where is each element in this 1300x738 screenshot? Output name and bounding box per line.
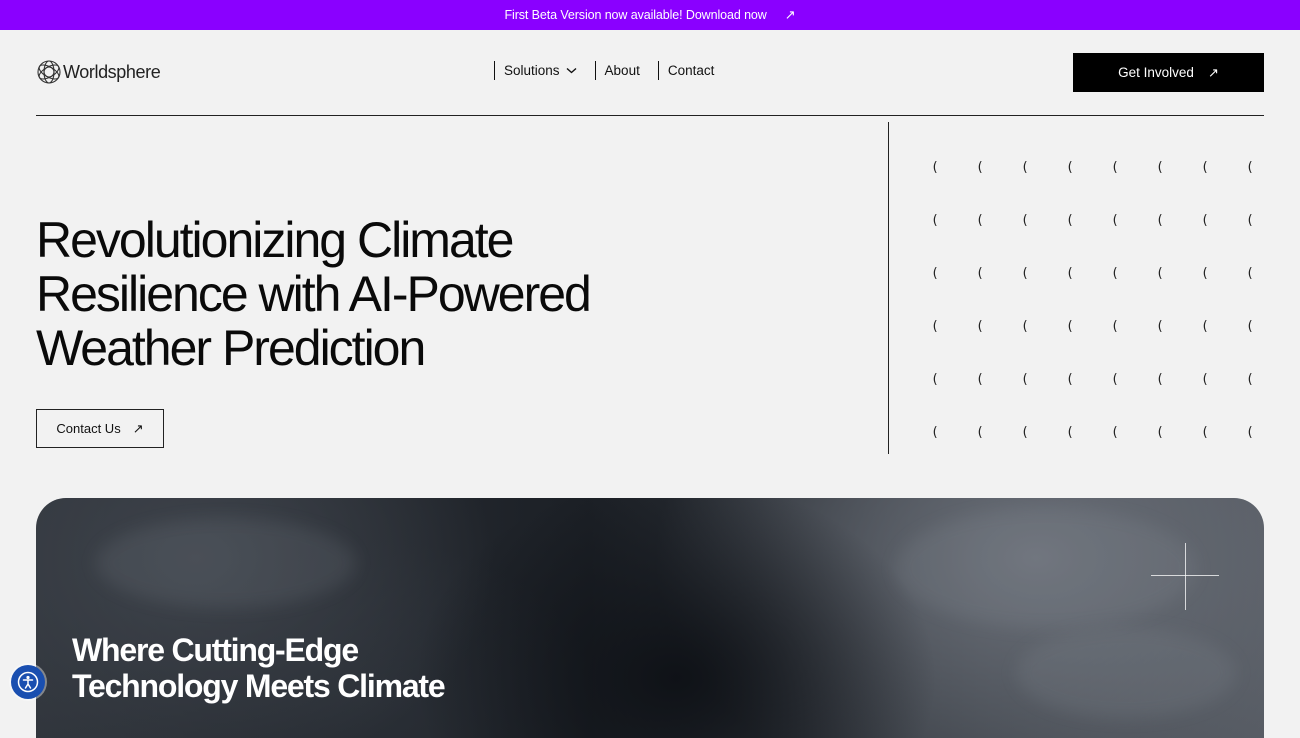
hero-title-line: Resilience with AI-Powered <box>36 266 592 322</box>
pattern-glyph: ( <box>976 213 984 228</box>
pattern-glyph: ( <box>1156 372 1164 387</box>
pattern-glyph: ( <box>1246 160 1254 175</box>
pattern-glyph: ( <box>976 319 984 334</box>
pattern-glyph: ( <box>1156 160 1164 175</box>
pattern-glyph: ( <box>976 425 984 440</box>
contact-us-label: Contact Us <box>56 421 121 436</box>
announcement-bar[interactable]: First Beta Version now available! Downlo… <box>0 0 1300 30</box>
get-involved-button[interactable]: Get Involved ↗ <box>1073 53 1264 92</box>
pattern-glyph: ( <box>1201 213 1209 228</box>
pattern-glyph: ( <box>1246 425 1254 440</box>
nav-label-contact: Contact <box>667 63 715 78</box>
hero-media-panel: Where Cutting-Edge Technology Meets Clim… <box>36 498 1264 738</box>
pattern-glyph: ( <box>1156 319 1164 334</box>
pattern-glyph: ( <box>1201 372 1209 387</box>
cloud-texture <box>96 518 356 608</box>
get-involved-label: Get Involved <box>1118 65 1194 80</box>
decorative-glyph-pattern: ( ( ( ( ( ( ( ( ( ( ( ( ( ( ( ( ( ( ( ( ( ( ( ( ( ( ( ( ( ( ( ( ( ( ( ( ( ( ( (… <box>931 160 1271 450</box>
pattern-glyph: ( <box>976 160 984 175</box>
media-title-line: Where Cutting-Edge <box>72 632 359 668</box>
pattern-glyph: ( <box>931 372 939 387</box>
main-nav: Solutions About Contact <box>494 61 732 80</box>
pattern-glyph: ( <box>1201 160 1209 175</box>
cloud-texture <box>1016 628 1236 718</box>
pattern-glyph: ( <box>1111 266 1119 281</box>
pattern-glyph: ( <box>1156 266 1164 281</box>
pattern-glyph: ( <box>1156 425 1164 440</box>
pattern-glyph: ( <box>1066 160 1074 175</box>
pattern-glyph: ( <box>1201 266 1209 281</box>
header-divider <box>36 115 1264 116</box>
pattern-glyph: ( <box>1066 319 1074 334</box>
accessibility-button[interactable] <box>11 665 45 699</box>
hero-title-line: Weather Prediction <box>36 320 426 376</box>
pattern-glyph: ( <box>1021 266 1029 281</box>
nav-item-contact[interactable]: Contact <box>657 61 715 80</box>
media-title: Where Cutting-Edge Technology Meets Clim… <box>72 632 572 704</box>
pattern-glyph: ( <box>1111 372 1119 387</box>
logo[interactable]: Worldsphere <box>36 59 161 85</box>
cloud-texture <box>896 508 1196 628</box>
logo-text: Worldsphere <box>63 61 161 82</box>
arrow-up-right-icon: ↗ <box>132 420 144 436</box>
pattern-glyph: ( <box>1156 213 1164 228</box>
pattern-glyph: ( <box>931 425 939 440</box>
hero-title-line: Revolutionizing Climate <box>36 212 514 268</box>
pattern-glyph: ( <box>1066 213 1074 228</box>
pattern-glyph: ( <box>1021 213 1029 228</box>
nav-label-solutions: Solutions <box>504 63 560 78</box>
pattern-glyph: ( <box>1111 319 1119 334</box>
hero-vertical-divider <box>888 122 889 454</box>
hero-title: Revolutionizing Climate Resilience with … <box>36 213 676 375</box>
contact-us-button[interactable]: Contact Us ↗ <box>36 409 164 448</box>
pattern-glyph: ( <box>1066 266 1074 281</box>
pattern-glyph: ( <box>931 160 939 175</box>
pattern-glyph: ( <box>1246 319 1254 334</box>
pattern-glyph: ( <box>1111 425 1119 440</box>
nav-item-solutions[interactable]: Solutions <box>494 61 577 80</box>
arrow-up-right-icon: ↗ <box>784 7 796 22</box>
announcement-text[interactable]: First Beta Version now available! Downlo… <box>504 8 766 22</box>
pattern-glyph: ( <box>976 266 984 281</box>
media-title-line: Technology Meets Climate <box>72 668 446 704</box>
pattern-glyph: ( <box>1201 425 1209 440</box>
nav-item-about[interactable]: About <box>594 61 640 80</box>
pattern-glyph: ( <box>1111 160 1119 175</box>
pattern-glyph: ( <box>976 372 984 387</box>
pattern-glyph: ( <box>1066 372 1074 387</box>
pattern-glyph: ( <box>931 213 939 228</box>
pattern-glyph: ( <box>1246 266 1254 281</box>
pattern-glyph: ( <box>1246 372 1254 387</box>
pattern-glyph: ( <box>1201 319 1209 334</box>
pattern-glyph: ( <box>931 266 939 281</box>
pattern-glyph: ( <box>1021 425 1029 440</box>
pattern-glyph: ( <box>1021 160 1029 175</box>
plus-icon-vertical <box>1185 543 1186 610</box>
globe-rings-icon <box>37 60 61 84</box>
chevron-down-icon <box>566 67 577 74</box>
accessibility-icon <box>17 671 39 693</box>
pattern-glyph: ( <box>1066 425 1074 440</box>
pattern-glyph: ( <box>1111 213 1119 228</box>
pattern-glyph: ( <box>1021 372 1029 387</box>
pattern-glyph: ( <box>931 319 939 334</box>
pattern-glyph: ( <box>1021 319 1029 334</box>
nav-label-about: About <box>604 63 640 78</box>
pattern-glyph: ( <box>1246 213 1254 228</box>
arrow-up-right-icon: ↗ <box>1207 64 1219 80</box>
